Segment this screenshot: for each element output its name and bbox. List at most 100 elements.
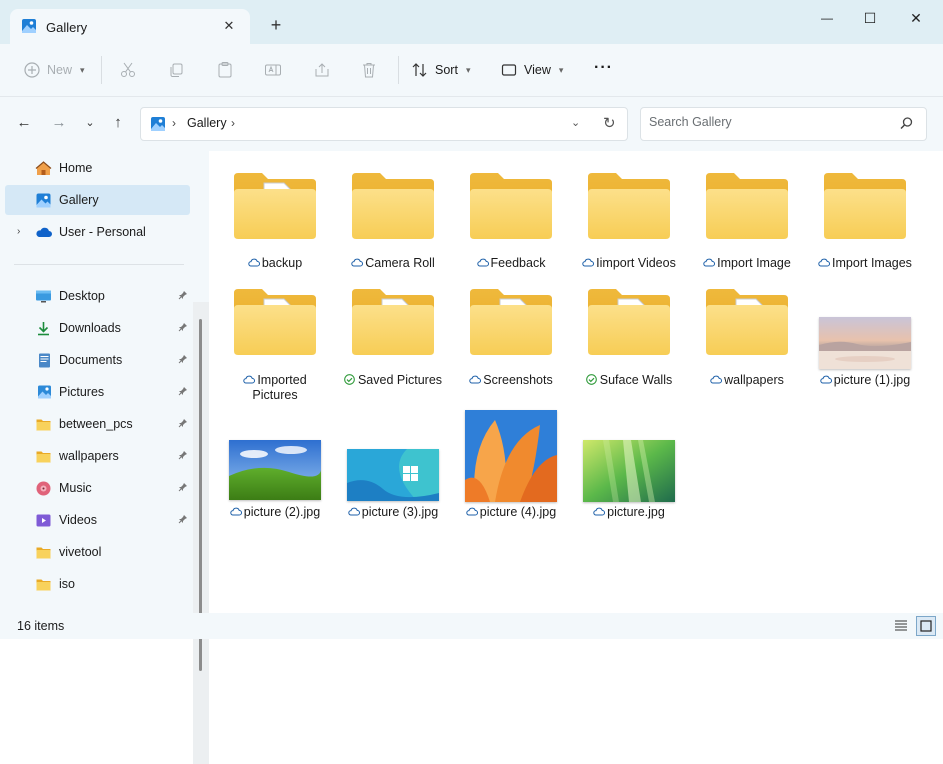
cloud-icon (230, 505, 242, 516)
sidebar-item-documents[interactable]: Documents (5, 345, 190, 375)
tile-label: picture (1).jpg (810, 373, 920, 388)
view-button[interactable]: View ▾ (500, 58, 563, 82)
sidebar-item-gallery[interactable]: Gallery (5, 185, 190, 215)
view-icon (501, 64, 517, 76)
sidebar-item-home[interactable]: Home (5, 153, 190, 183)
file-grid: backup Camera Roll Feedback Iimport Videos I… (209, 151, 943, 613)
tile-label: picture (4).jpg (456, 505, 566, 520)
breadcrumb-separator[interactable]: › (231, 116, 235, 130)
sidebar-item-label: Music (59, 481, 92, 495)
sidebar-item-label: Videos (59, 513, 97, 527)
back-button[interactable]: ← (14, 113, 34, 133)
new-label: New (47, 63, 73, 77)
tab-gallery[interactable]: Gallery ✕ (10, 9, 250, 44)
sort-button[interactable]: Sort ▾ (411, 58, 470, 82)
sidebar-item-label: Pictures (59, 385, 105, 399)
sidebar-item-between-pcs[interactable]: between_pcs (5, 409, 190, 439)
folder-icon (35, 448, 52, 465)
title-bar: Gallery ✕ + — ☐ ✕ (0, 0, 943, 44)
chevron-down-icon[interactable]: ⌄ (571, 116, 580, 129)
tab-title: Gallery (46, 20, 88, 35)
sidebar-item-label: wallpapers (59, 449, 119, 463)
image-tile[interactable]: picture (2).jpg (220, 151, 330, 571)
image-tile[interactable]: picture (4).jpg (456, 151, 566, 571)
sidebar-item-wallpapers[interactable]: wallpapers (5, 441, 190, 471)
sidebar-divider (14, 264, 184, 265)
navigation-pane: Home Gallery › User - Personal Desktop Downlo… (0, 151, 209, 764)
documents-icon (35, 352, 52, 369)
search-icon[interactable] (899, 116, 914, 131)
pin-icon (178, 323, 187, 332)
pin-icon (178, 291, 187, 300)
cut-icon[interactable] (119, 61, 137, 79)
rename-icon[interactable] (264, 61, 282, 79)
toolbar-divider (398, 56, 399, 84)
gallery-icon (151, 117, 165, 131)
sidebar-item-videos[interactable]: Videos (5, 505, 190, 535)
minimize-button[interactable]: — (812, 8, 842, 28)
more-options-button[interactable]: ··· (594, 56, 613, 80)
sidebar-item-label: Documents (59, 353, 123, 367)
cloud-icon (348, 505, 360, 516)
cloud-icon (466, 505, 478, 516)
forward-button[interactable]: → (49, 113, 69, 133)
file-name: picture (4).jpg (479, 505, 557, 519)
pictures-icon (35, 384, 52, 401)
search-input[interactable] (649, 115, 889, 129)
image-tile[interactable]: picture (1).jpg (810, 151, 920, 571)
search-box[interactable] (640, 107, 927, 141)
address-bar[interactable]: › Gallery › ⌄ ↻ (140, 107, 628, 141)
music-icon (35, 480, 52, 497)
chevron-right-icon[interactable]: › (17, 226, 20, 237)
copy-icon[interactable] (167, 61, 185, 79)
new-button[interactable]: New ▾ (23, 58, 85, 82)
image-thumbnail (819, 317, 911, 369)
sidebar-item-label: Desktop (59, 289, 105, 303)
sidebar-item-label: between_pcs (59, 417, 133, 431)
sidebar-item-downloads[interactable]: Downloads (5, 313, 190, 343)
maximize-button[interactable]: ☐ (855, 8, 885, 28)
file-name: picture (3).jpg (361, 505, 439, 519)
gallery-icon (22, 19, 36, 33)
pin-icon (178, 483, 187, 492)
videos-icon (35, 512, 52, 529)
sidebar-item-user-personal[interactable]: › User - Personal (5, 217, 190, 247)
sidebar-item-music[interactable]: Music (5, 473, 190, 503)
share-icon[interactable] (313, 61, 331, 79)
new-tab-button[interactable]: + (266, 15, 286, 35)
image-tile[interactable]: picture (3).jpg (338, 151, 448, 571)
add-icon (24, 62, 40, 78)
folder-icon (704, 287, 790, 357)
up-button[interactable]: ↑ (108, 113, 128, 133)
sort-icon (412, 63, 427, 77)
desktop-icon (35, 288, 52, 305)
sidebar-item-label: vivetool (59, 545, 102, 559)
item-count: 16 items (17, 619, 65, 633)
refresh-icon[interactable]: ↻ (603, 114, 616, 132)
file-name: wallpapers (724, 373, 784, 387)
details-view-icon[interactable] (893, 618, 909, 634)
folder-tile[interactable]: wallpapers (692, 151, 802, 571)
breadcrumb-separator[interactable]: › (172, 116, 176, 130)
tile-label: picture (2).jpg (220, 505, 330, 520)
sidebar-item-pictures[interactable]: Pictures (5, 377, 190, 407)
paste-icon[interactable] (216, 61, 234, 79)
recent-locations-button[interactable]: ⌄ (80, 113, 100, 133)
file-name: picture (1).jpg (833, 373, 911, 387)
breadcrumb-gallery[interactable]: Gallery (187, 116, 227, 130)
close-window-button[interactable]: ✕ (901, 8, 931, 28)
image-tile[interactable]: picture.jpg (574, 151, 684, 571)
command-bar: New ▾ Sort ▾ View ▾ ··· (0, 44, 943, 97)
large-icons-view-icon[interactable] (916, 616, 936, 636)
folder-icon (35, 576, 52, 593)
cloud-icon (593, 505, 606, 516)
pin-icon (178, 515, 187, 524)
image-thumbnail (583, 440, 675, 502)
close-tab-icon[interactable]: ✕ (220, 17, 238, 35)
sidebar-item-iso[interactable]: iso (5, 569, 190, 599)
sidebar-item-desktop[interactable]: Desktop (5, 281, 190, 311)
delete-icon[interactable] (360, 61, 378, 79)
sidebar-item-vivetool[interactable]: vivetool (5, 537, 190, 567)
sidebar-item-label: Gallery (59, 193, 99, 207)
downloads-icon (35, 320, 52, 337)
